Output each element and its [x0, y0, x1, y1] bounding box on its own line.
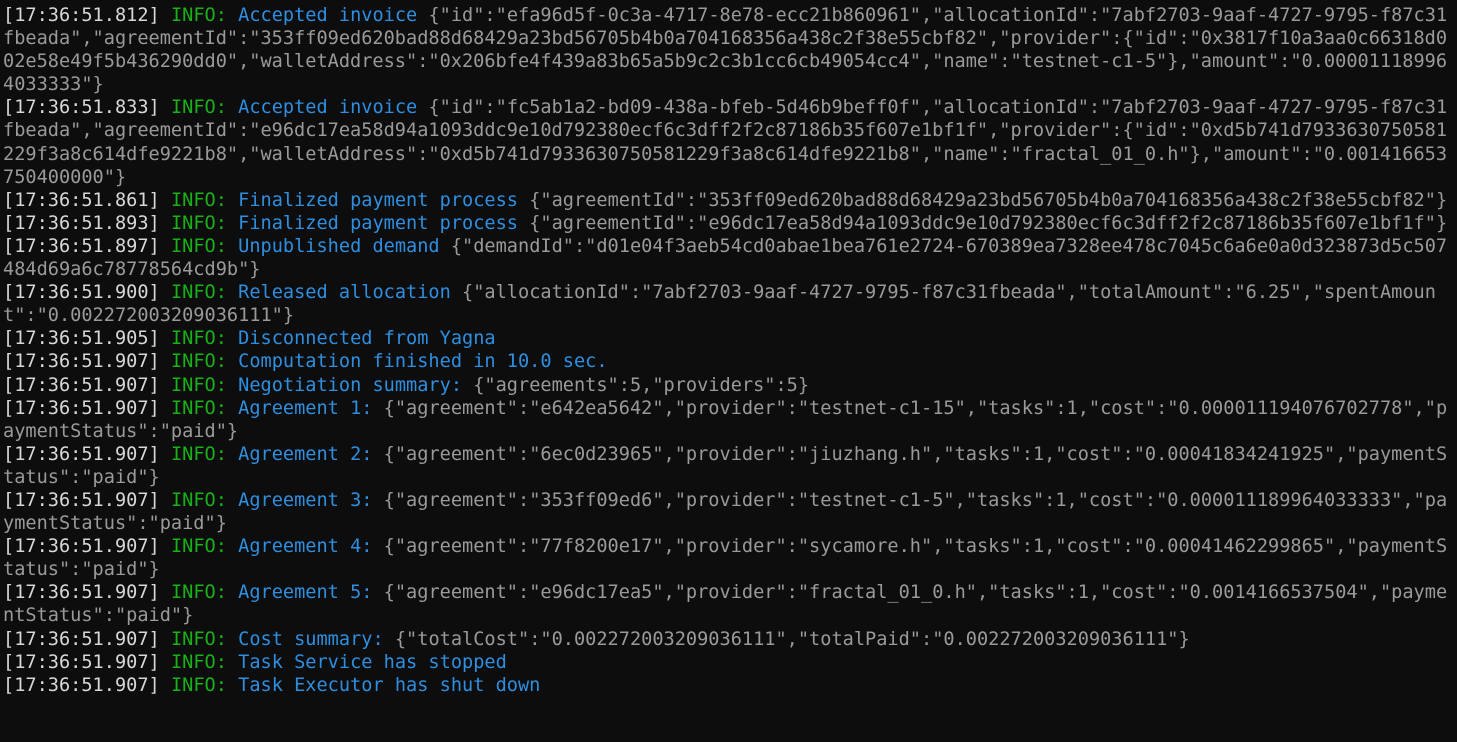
log-level: INFO:	[170, 5, 227, 26]
log-line: [17:36:51.907] INFO: Agreement 5: {"agre…	[0, 581, 1457, 627]
log-message: Negotiation summary:	[238, 374, 463, 396]
log-level: INFO:	[170, 536, 227, 558]
log-level: INFO:	[170, 212, 227, 234]
log-timestamp: [17:36:51.893]	[3, 212, 160, 234]
log-message: Finalized payment process	[238, 189, 518, 211]
log-timestamp: [17:36:51.900]	[3, 282, 160, 304]
log-payload: {"agreementId":"353ff09ed620bad88d68429a…	[529, 189, 1448, 211]
log-timestamp: [17:36:51.907]	[3, 489, 160, 511]
log-timestamp: [17:36:51.907]	[3, 397, 160, 419]
log-line: [17:36:51.907] INFO: Agreement 1: {"agre…	[0, 397, 1457, 443]
log-level: INFO:	[170, 443, 227, 465]
log-level: INFO:	[170, 97, 227, 119]
log-level: INFO:	[170, 674, 227, 696]
log-line: [17:36:51.907] INFO: Negotiation summary…	[0, 374, 1457, 397]
log-line: [17:36:51.907] INFO: Agreement 4: {"agre…	[0, 535, 1457, 581]
log-line: [17:36:51.893] INFO: Finalized payment p…	[0, 212, 1457, 235]
log-message: Agreement 1:	[238, 397, 373, 419]
log-message: Agreement 2:	[238, 443, 373, 465]
log-level: INFO:	[170, 235, 227, 257]
log-level: INFO:	[170, 489, 227, 511]
log-level: INFO:	[170, 651, 227, 673]
log-line: [17:36:51.907] INFO: Cost summary: {"tot…	[0, 628, 1457, 651]
log-message: Disconnected from Yagna	[238, 328, 496, 350]
log-message: Accepted invoice	[238, 5, 418, 26]
log-message: Released allocation	[238, 282, 451, 304]
terminal-output-pane[interactable]: [17:36:51.812] INFO: Accepted invoice {"…	[0, 0, 1457, 742]
log-timestamp: [17:36:51.833]	[3, 97, 160, 119]
log-payload: {"agreementId":"e96dc17ea58d94a1093ddc9e…	[529, 212, 1448, 234]
log-timestamp: [17:36:51.897]	[3, 235, 160, 257]
log-line: [17:36:51.897] INFO: Unpublished demand …	[0, 235, 1457, 281]
log-message: Agreement 5:	[238, 582, 373, 604]
log-line: [17:36:51.907] INFO: Task Service has st…	[0, 651, 1457, 674]
log-line: [17:36:51.861] INFO: Finalized payment p…	[0, 189, 1457, 212]
log-message: Agreement 3:	[238, 489, 373, 511]
log-timestamp: [17:36:51.907]	[3, 443, 160, 465]
log-message: Task Service has stopped	[238, 651, 507, 673]
log-timestamp: [17:36:51.907]	[3, 351, 160, 373]
log-line: [17:36:51.907] INFO: Task Executor has s…	[0, 674, 1457, 697]
log-line: [17:36:51.900] INFO: Released allocation…	[0, 281, 1457, 327]
log-level: INFO:	[170, 397, 227, 419]
log-payload: {"agreements":5,"providers":5}	[473, 374, 810, 396]
log-message: Finalized payment process	[238, 212, 518, 234]
log-message: Agreement 4:	[238, 536, 373, 558]
log-level: INFO:	[170, 582, 227, 604]
log-timestamp: [17:36:51.905]	[3, 328, 160, 350]
log-level: INFO:	[170, 628, 227, 650]
log-message: Computation finished in 10.0 sec.	[238, 351, 608, 373]
log-message: Cost summary:	[238, 628, 384, 650]
log-timestamp: [17:36:51.907]	[3, 582, 160, 604]
log-message: Task Executor has shut down	[238, 674, 541, 696]
log-timestamp: [17:36:51.907]	[3, 536, 160, 558]
log-message: Accepted invoice	[238, 97, 418, 119]
log-line: [17:36:51.812] INFO: Accepted invoice {"…	[0, 4, 1457, 96]
log-timestamp: [17:36:51.907]	[3, 374, 160, 396]
log-level: INFO:	[170, 374, 227, 396]
log-timestamp: [17:36:51.907]	[3, 674, 160, 696]
log-timestamp: [17:36:51.861]	[3, 189, 160, 211]
log-timestamp: [17:36:51.907]	[3, 651, 160, 673]
log-line: [17:36:51.907] INFO: Agreement 3: {"agre…	[0, 489, 1457, 535]
log-level: INFO:	[170, 328, 227, 350]
log-line: [17:36:51.905] INFO: Disconnected from Y…	[0, 327, 1457, 350]
log-line: [17:36:51.907] INFO: Computation finishe…	[0, 350, 1457, 373]
log-line-list: [17:36:51.812] INFO: Accepted invoice {"…	[0, 4, 1457, 697]
log-line: [17:36:51.833] INFO: Accepted invoice {"…	[0, 96, 1457, 188]
log-payload: {"totalCost":"0.002272003209036111","tot…	[394, 628, 1190, 650]
log-timestamp: [17:36:51.812]	[3, 5, 160, 26]
log-timestamp: [17:36:51.907]	[3, 628, 160, 650]
log-level: INFO:	[170, 282, 227, 304]
log-level: INFO:	[170, 189, 227, 211]
log-level: INFO:	[170, 351, 227, 373]
log-line: [17:36:51.907] INFO: Agreement 2: {"agre…	[0, 443, 1457, 489]
log-message: Unpublished demand	[238, 235, 440, 257]
